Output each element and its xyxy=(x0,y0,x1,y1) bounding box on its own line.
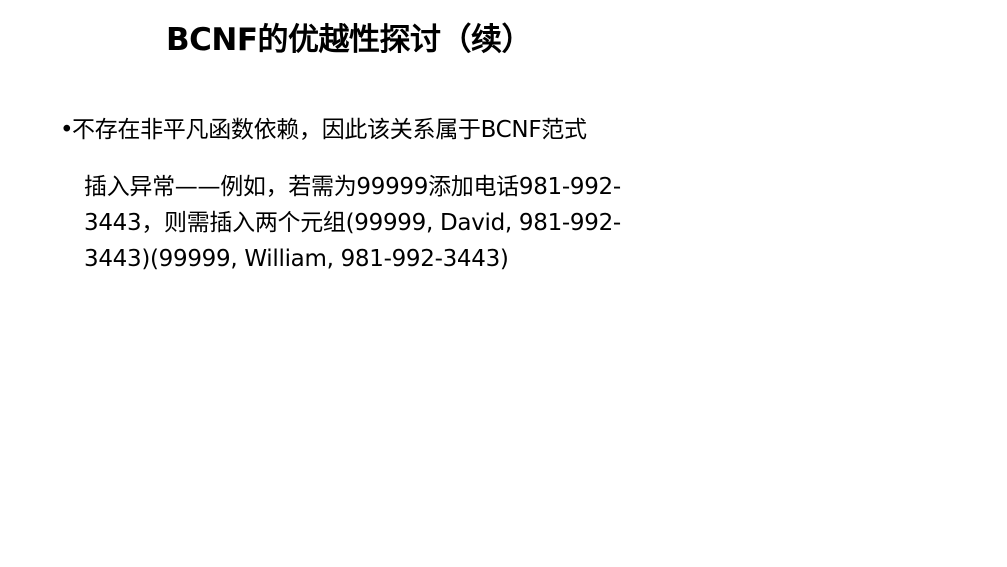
bullet-text: 不存在非平凡函数依赖，因此该关系属于BCNF范式 xyxy=(72,117,587,143)
paragraph-line: 3443)(99999, William, 981-992-3443) xyxy=(84,246,509,272)
slide: BCNF的优越性探讨（续） •不存在非平凡函数依赖，因此该关系属于BCNF范式 … xyxy=(0,0,1007,567)
paragraph-line: 3443，则需插入两个元组(99999, David, 981-992- xyxy=(84,210,621,236)
paragraph-line: 插入异常——例如，若需为99999添加电话981-992- xyxy=(84,174,621,200)
bullet-item: •不存在非平凡函数依赖，因此该关系属于BCNF范式 xyxy=(60,114,587,146)
bullet-marker: • xyxy=(60,117,74,143)
slide-title: BCNF的优越性探讨（续） xyxy=(166,22,533,58)
insertion-anomaly-paragraph: 插入异常——例如，若需为99999添加电话981-992- 3443，则需插入两… xyxy=(84,169,704,277)
